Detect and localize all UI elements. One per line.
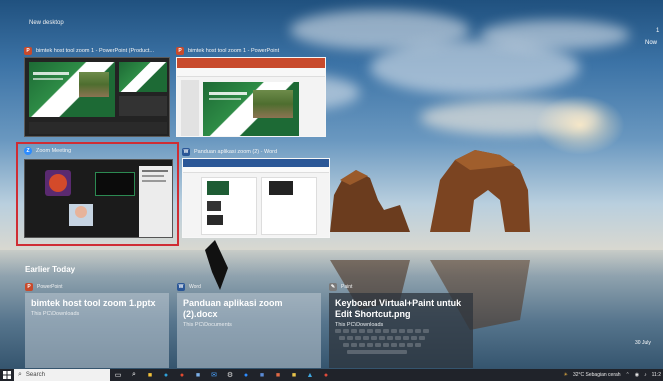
zoom-icon: Z	[24, 146, 32, 155]
card-title: Panduan aplikasi zoom (2).docx	[183, 298, 283, 319]
window-header: W Panduan aplikasi zoom (2) - Word	[182, 146, 330, 158]
chevron-up-icon[interactable]: ⌃	[626, 372, 630, 378]
window-thumbnail-powerpoint-1[interactable]: P bimtek host tool zoom 1 - PowerPoint (…	[24, 45, 170, 137]
windows-logo-icon	[3, 371, 11, 379]
edge-icon[interactable]: ●	[158, 369, 174, 381]
mail-icon[interactable]: ✉	[206, 369, 222, 381]
timeline-card-word[interactable]: W Word Panduan aplikasi zoom (2).docx Th…	[177, 280, 321, 368]
window-thumbnail-powerpoint-2[interactable]: P bimtek host tool zoom 1 - PowerPoint	[176, 45, 326, 137]
desktops-label[interactable]: New desktop	[29, 20, 64, 26]
window-thumbnail-zoom[interactable]: Z Zoom Meeting	[16, 142, 179, 246]
card-body: bimtek host tool zoom 1.pptx This PC\Dow…	[25, 293, 169, 368]
taskbar: ⌕ Search ▭ ⌕ ■ ● ● ■ ✉ ⚙ ● ■ ■ ■ ▲ ● ☀ 3…	[0, 369, 663, 381]
window-title: bimtek host tool zoom 1 - PowerPoint (Pr…	[36, 48, 154, 54]
desktop-edge-label: Now	[645, 40, 658, 46]
system-tray: ☀ 32°C Sebagian cerah ⌃ ◉ ♪ 11:2	[558, 369, 661, 381]
zoom-taskbar-icon[interactable]: ●	[238, 369, 254, 381]
paint-taskbar-icon[interactable]: ■	[286, 369, 302, 381]
card-app-name: Paint	[341, 283, 353, 290]
timeline-card-paint[interactable]: ✎ Paint Keyboard Virtual+Paint untuk Edi…	[329, 280, 473, 368]
weather-text[interactable]: 32°C Sebagian cerah	[573, 372, 621, 378]
card-title: Keyboard Virtual+Paint untuk Edit Shortc…	[335, 298, 462, 319]
chrome-icon[interactable]: ●	[174, 369, 190, 381]
window-title: Zoom Meeting	[36, 147, 72, 154]
taskbar-search-box[interactable]: ⌕ Search	[14, 369, 110, 381]
card-app-name: Word	[189, 283, 201, 290]
card-app-name: PowerPoint	[37, 283, 63, 290]
network-icon[interactable]: ◉	[635, 372, 639, 378]
window-preview	[176, 57, 326, 137]
search-placeholder: Search	[25, 372, 45, 378]
search-icon: ⌕	[18, 371, 22, 378]
window-header: P bimtek host tool zoom 1 - PowerPoint	[176, 45, 326, 57]
word-icon: W	[182, 148, 190, 156]
date-label: 30 July	[635, 340, 651, 346]
powerpoint-icon: P	[176, 47, 184, 55]
card-title: bimtek host tool zoom 1.pptx	[31, 298, 156, 308]
card-body: Keyboard Virtual+Paint untuk Edit Shortc…	[329, 293, 473, 368]
clock-text[interactable]: 11:2	[652, 372, 661, 378]
search-taskbar-icon[interactable]: ⌕	[126, 369, 142, 381]
file-explorer-icon[interactable]: ■	[142, 369, 158, 381]
word-icon: W	[177, 282, 185, 291]
settings-icon[interactable]: ⚙	[222, 369, 238, 381]
card-header: P PowerPoint	[25, 280, 169, 293]
card-header: W Word	[177, 280, 321, 293]
card-header: ✎ Paint	[329, 280, 473, 293]
powerpoint-icon: P	[25, 282, 33, 291]
start-button[interactable]	[0, 369, 14, 381]
timeline-card-powerpoint[interactable]: P PowerPoint bimtek host tool zoom 1.ppt…	[25, 280, 169, 368]
card-path: This PC\Downloads	[335, 322, 384, 328]
window-title: Panduan aplikasi zoom (2) - Word	[194, 149, 278, 155]
window-header: P bimtek host tool zoom 1 - PowerPoint (…	[24, 45, 170, 57]
powerpoint-icon: P	[24, 47, 32, 55]
photos-taskbar-icon[interactable]: ▲	[302, 369, 318, 381]
window-preview	[24, 57, 170, 137]
app-taskbar-icon[interactable]: ●	[318, 369, 334, 381]
keyboard-preview	[335, 329, 465, 365]
card-path: This PC\Documents	[183, 322, 232, 328]
volume-icon[interactable]: ♪	[644, 372, 647, 378]
paint-icon: ✎	[329, 282, 337, 291]
word-taskbar-icon[interactable]: ■	[254, 369, 270, 381]
card-body: Panduan aplikasi zoom (2).docx This PC\D…	[177, 293, 321, 368]
window-header: Z Zoom Meeting	[18, 144, 177, 157]
desktop-edge-label-2: 1	[656, 28, 660, 34]
store-icon[interactable]: ■	[190, 369, 206, 381]
task-view-icon[interactable]: ▭	[110, 369, 126, 381]
card-path: This PC\Downloads	[31, 311, 80, 317]
powerpoint-taskbar-icon[interactable]: ■	[270, 369, 286, 381]
window-thumbnail-word[interactable]: W Panduan aplikasi zoom (2) - Word	[182, 146, 330, 238]
weather-icon[interactable]: ☀	[563, 372, 567, 378]
window-preview	[24, 159, 173, 238]
window-preview	[182, 158, 330, 238]
window-title: bimtek host tool zoom 1 - PowerPoint	[188, 48, 280, 54]
section-heading-earlier-today: Earlier Today	[25, 265, 76, 274]
